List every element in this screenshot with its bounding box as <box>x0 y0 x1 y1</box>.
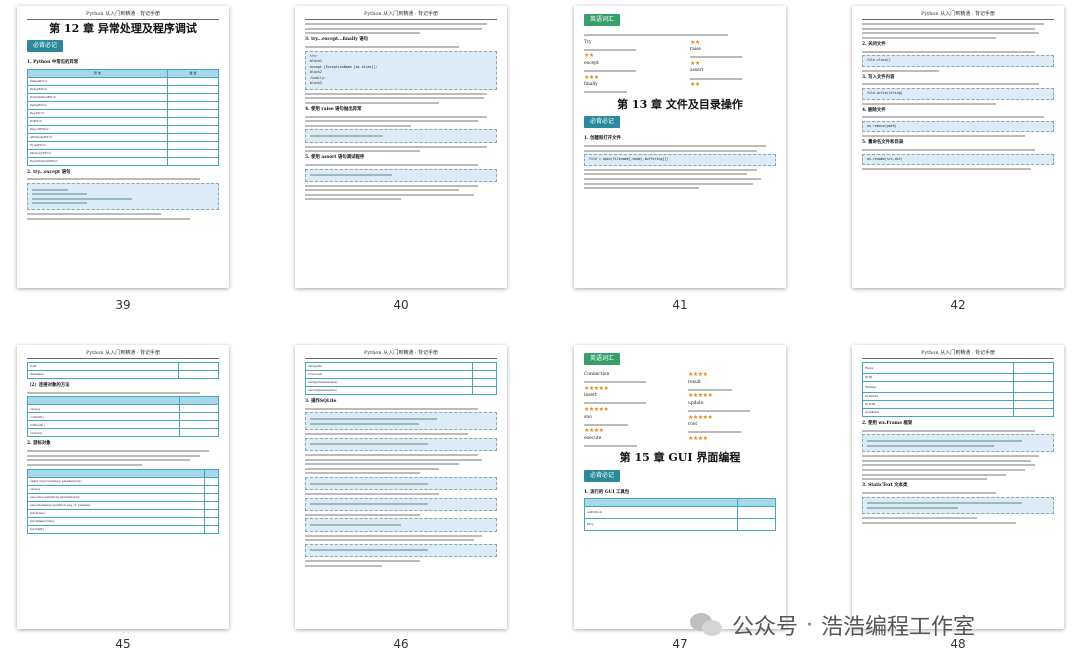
code-block: file.close() <box>862 55 1054 67</box>
attribute-table: arraysize rowcount setinputsizes(sizes) … <box>305 362 498 395</box>
code-block <box>305 518 497 532</box>
section-heading: （2）连接对象的方法 <box>27 383 70 388</box>
section-heading: 3. 写入文件内容 <box>862 74 895 80</box>
code-block <box>305 168 497 182</box>
section-heading: 1. 流行的 GUI 工具包 <box>584 489 630 495</box>
section-heading: 2. 游标对象 <box>27 441 51 447</box>
section-heading: 3. StaticText 文本类 <box>862 483 908 489</box>
section-heading: 4. 使用 raise 语句抛出异常 <box>305 106 362 112</box>
page-number: 40 <box>393 298 409 312</box>
page-number: 39 <box>115 298 131 312</box>
watermark-label: 公众号 <box>732 615 799 640</box>
code-block: file = open(filename[,mode[,buffering]]) <box>584 154 776 166</box>
page-number: 46 <box>393 637 409 651</box>
page-thumbnail-40[interactable]: Python 从入门到精通 · 背记手册 3. try...except...f… <box>295 6 507 288</box>
page-thumbnail-48[interactable]: Python 从入门到精通 · 背记手册 Flexx PyQt Tkinter … <box>852 345 1064 629</box>
wechat-icon <box>690 611 724 639</box>
page-header: Python 从入门到精通 · 背记手册 <box>305 345 497 359</box>
page-header: Python 从入门到精通 · 背记手册 <box>862 6 1054 20</box>
page-header: Python 从入门到精通 · 背记手册 <box>862 345 1054 359</box>
section-heading: 2. 使用 wx.Frame 框架 <box>862 421 913 426</box>
page-thumbnail-39[interactable]: Python 从入门到精通 · 背记手册 第 12 章 异常处理及程序调试 必背… <box>17 6 229 288</box>
gui-toolkit-table: wxPython Kivy <box>584 498 777 532</box>
code-block <box>305 437 497 451</box>
vocab-badge: 英语词汇 <box>584 14 621 27</box>
page-header: Python 从入门到精通 · 背记手册 <box>27 6 219 20</box>
param-table: host database <box>27 362 220 379</box>
code-block <box>27 183 219 210</box>
section-heading: 4. 删除文件 <box>862 107 886 113</box>
page-thumbnail-41[interactable]: 英语词汇 Try ★★ except ★★★ finally ★★ raise … <box>574 6 786 288</box>
section-heading: 2. try...except 语句 <box>27 169 71 175</box>
code-block: try: block1 except [ExceptionName [as al… <box>305 50 497 90</box>
page-header: Python 从入门到精通 · 背记手册 <box>27 345 219 359</box>
exception-table: 异 常描 述 NameError IndexError IndentationE… <box>27 68 220 166</box>
page-thumbnail-42[interactable]: Python 从入门到精通 · 背记手册 2. 关闭文件 file.close(… <box>852 6 1064 288</box>
code-block <box>862 434 1054 453</box>
code-block: os.remove(path) <box>862 120 1054 133</box>
section-heading: 1. Python 中常见的异常 <box>27 60 79 66</box>
page-header: Python 从入门到精通 · 背记手册 <box>305 6 497 20</box>
chapter-title: 第 12 章 异常处理及程序调试 <box>49 22 197 35</box>
memory-badge: 必背必记 <box>27 40 64 53</box>
page-thumbnail-45[interactable]: Python 从入门到精通 · 背记手册 host database （2）连接… <box>17 345 229 629</box>
code-block <box>305 129 497 143</box>
chapter-title: 第 13 章 文件及目录操作 <box>617 97 743 111</box>
watermark: 公众号 · 浩浩编程工作室 <box>690 605 975 645</box>
watermark-separator: · <box>806 612 814 638</box>
code-block <box>305 476 497 491</box>
page-number: 42 <box>950 298 966 312</box>
page-number: 45 <box>115 637 131 651</box>
section-heading: 2. 关闭文件 <box>862 41 886 47</box>
gui-toolkit-table: Flexx PyQt Tkinter Pywin32 PyGTK pyui4wi… <box>862 362 1054 417</box>
code-block <box>305 412 497 431</box>
page-thumbnail-47[interactable]: 英语词汇 Connection ★★★★★ insert ★★★★★ sno ★… <box>574 345 786 629</box>
code-block: os.rename(src,dst) <box>862 153 1054 166</box>
method-table: close() commit() rollback() cursor() <box>26 396 219 438</box>
section-heading: 3. 操作SQLite <box>305 399 337 404</box>
section-heading: 5. 使用 assert 语句调试程序 <box>305 155 365 161</box>
watermark-name: 浩浩编程工作室 <box>821 615 976 640</box>
section-heading: 3. try...except...finally 语句 <box>305 37 369 43</box>
vocab-badge: 英语词汇 <box>584 353 621 366</box>
code-block <box>305 543 497 558</box>
chapter-title: 第 15 章 GUI 界面编程 <box>619 451 741 465</box>
code-block <box>305 497 497 511</box>
page-thumbnail-46[interactable]: Python 从入门到精通 · 背记手册 arraysize rowcount … <box>295 345 507 629</box>
cursor-method-table: callproc(procname,[,parameters]) close()… <box>26 468 219 534</box>
code-block: file.write(string) <box>862 88 1054 100</box>
memory-badge: 必背必记 <box>584 469 621 482</box>
page-number: 41 <box>672 298 688 312</box>
code-block <box>862 496 1054 515</box>
section-heading: 5. 重命名文件和目录 <box>862 140 904 146</box>
memory-badge: 必背必记 <box>584 116 621 129</box>
section-heading: 1. 创建和打开文件 <box>584 136 621 142</box>
